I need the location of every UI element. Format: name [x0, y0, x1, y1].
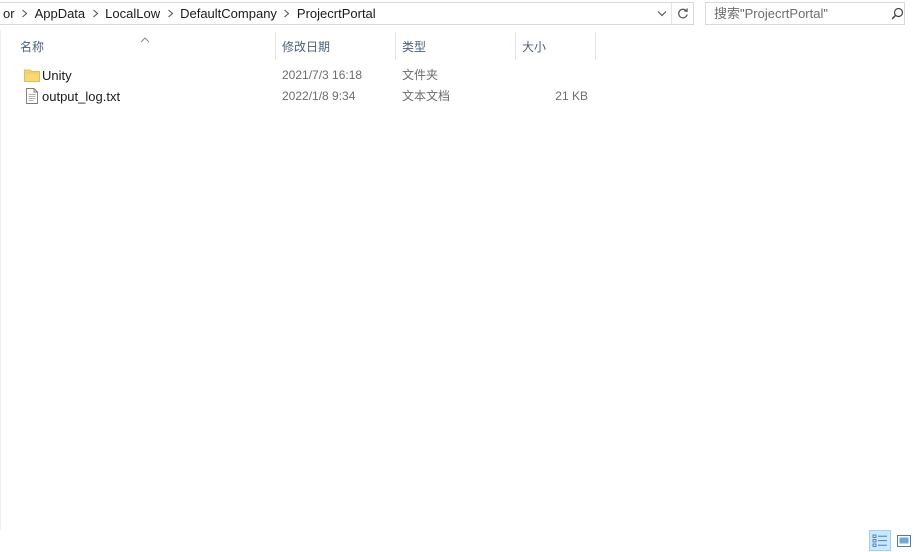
- pane-divider: [0, 30, 1, 530]
- text-file-icon: [24, 88, 40, 104]
- address-bar[interactable]: or AppData LocalLow DefaultCompany Proje…: [0, 2, 694, 25]
- address-history-button[interactable]: [653, 3, 671, 24]
- file-name: output_log.txt: [42, 89, 121, 104]
- search-box[interactable]: [705, 2, 905, 25]
- search-icon[interactable]: [890, 3, 904, 24]
- file-type: 文本文档: [402, 89, 451, 103]
- view-toggles: [869, 530, 915, 551]
- chevron-right-icon[interactable]: [18, 9, 32, 18]
- chevron-right-icon[interactable]: [163, 9, 177, 18]
- breadcrumb-item-user[interactable]: or: [0, 3, 18, 24]
- file-name: Unity: [42, 68, 72, 83]
- column-header-date-label: 修改日期: [282, 39, 331, 54]
- column-header-size[interactable]: 大小: [516, 32, 596, 60]
- list-item[interactable]: output_log.txt 2022/1/8 9:34 文本文档 21 KB: [18, 86, 598, 107]
- file-date: 2022/1/8 9:34: [282, 89, 356, 103]
- column-header-type-label: 类型: [402, 39, 427, 54]
- breadcrumb-item-current[interactable]: ProjecrtPortal: [294, 3, 379, 24]
- column-header-name-label: 名称: [20, 39, 45, 54]
- column-header-date[interactable]: 修改日期: [276, 32, 396, 60]
- file-size: 21 KB: [555, 89, 588, 103]
- details-view-icon: [872, 534, 887, 547]
- folder-icon: [24, 67, 40, 83]
- column-header-type[interactable]: 类型: [396, 32, 516, 60]
- search-input[interactable]: [706, 3, 890, 24]
- column-header-name[interactable]: 名称: [14, 32, 276, 60]
- file-size: [516, 65, 588, 86]
- breadcrumb: or AppData LocalLow DefaultCompany Proje…: [0, 3, 653, 24]
- file-type: 文件夹: [402, 68, 439, 82]
- column-header-size-label: 大小: [522, 39, 547, 54]
- chevron-down-icon: [657, 11, 667, 17]
- file-date: 2021/7/3 16:18: [282, 68, 363, 82]
- breadcrumb-item-appdata[interactable]: AppData: [32, 3, 89, 24]
- chevron-right-icon[interactable]: [280, 9, 294, 18]
- large-icons-view-icon: [897, 534, 911, 547]
- column-header-row: 名称 修改日期 类型 大小: [0, 32, 600, 60]
- chevron-right-icon[interactable]: [88, 9, 102, 18]
- breadcrumb-item-locallow[interactable]: LocalLow: [102, 3, 163, 24]
- breadcrumb-item-defaultcompany[interactable]: DefaultCompany: [177, 3, 280, 24]
- details-view-button[interactable]: [869, 530, 891, 551]
- refresh-button[interactable]: [671, 3, 693, 24]
- refresh-icon: [677, 8, 688, 19]
- large-icons-view-button[interactable]: [893, 530, 915, 551]
- list-item[interactable]: Unity 2021/7/3 16:18 文件夹: [18, 65, 598, 86]
